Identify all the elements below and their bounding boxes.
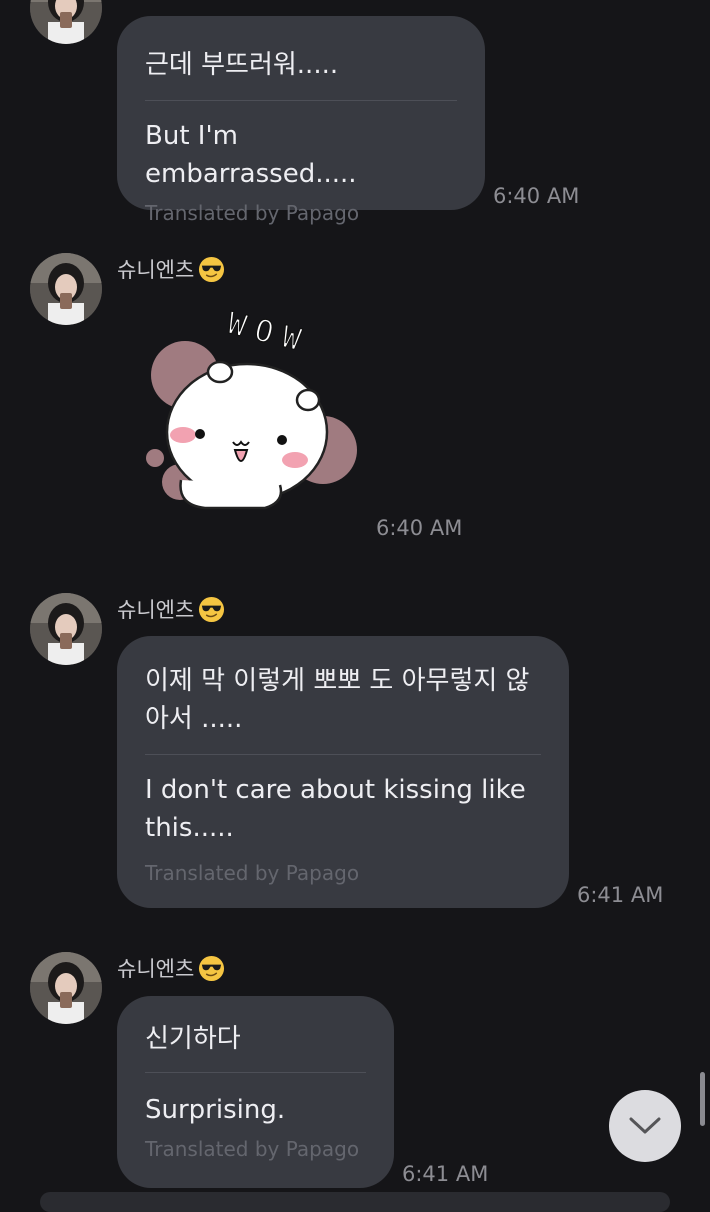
sender-name: 슈니엔츠 [117, 955, 225, 982]
sunglasses-emoji-icon [199, 596, 225, 623]
translation-credit: Translated by Papago [145, 1137, 360, 1161]
scroll-to-bottom-button[interactable] [609, 1090, 681, 1162]
sticker-image[interactable]: WOW [145, 305, 365, 520]
sticker-wow-text: WOW [224, 310, 314, 360]
avatar[interactable] [30, 952, 102, 1024]
sender-name: 슈니엔츠 [117, 256, 225, 283]
translation-credit: Translated by Papago [145, 201, 360, 225]
message-bubble[interactable]: 신기하다 Surprising. Translated by Papago [117, 996, 394, 1188]
message-time: 6:40 AM [493, 184, 580, 208]
avatar-photo [30, 593, 102, 665]
sunglasses-emoji-icon [199, 256, 225, 283]
sender-name-text: 슈니엔츠 [117, 257, 195, 282]
message-bubble[interactable]: 근데 부뜨러워..... But I'm embarrassed..... Tr… [117, 16, 485, 225]
avatar-photo [30, 0, 102, 44]
message-original-text: 신기하다 [145, 1024, 241, 1054]
message-original-text: 이제 막 이렇게 뽀뽀 도 아무렇지 않 아서 ..... [145, 666, 530, 734]
message-translation-text: Surprising. [145, 1095, 286, 1125]
message-bubble[interactable]: 이제 막 이렇게 뽀뽀 도 아무렇지 않 아서 ..... I don't ca… [117, 636, 569, 908]
message-translation-text: I don't care about kissing like this....… [145, 775, 526, 843]
sender-name-text: 슈니엔츠 [117, 597, 195, 622]
message-time: 6:41 AM [402, 1162, 489, 1186]
sender-name: 슈니엔츠 [117, 596, 225, 623]
next-message-edge [40, 1192, 670, 1212]
message-time: 6:40 AM [376, 516, 463, 540]
avatar-photo [30, 253, 102, 325]
avatar[interactable] [30, 593, 102, 665]
avatar-photo [30, 952, 102, 1024]
sunglasses-emoji-icon [199, 955, 225, 982]
chevron-down-icon [629, 1117, 661, 1134]
message-translation-text: But I'm embarrassed..... [145, 121, 357, 189]
message-time: 6:41 AM [577, 883, 664, 907]
translation-credit: Translated by Papago [145, 861, 360, 885]
sender-name-text: 슈니엔츠 [117, 956, 195, 981]
scrollbar-thumb[interactable] [700, 1072, 705, 1126]
avatar[interactable] [30, 0, 102, 44]
avatar[interactable] [30, 253, 102, 325]
message-original-text: 근데 부뜨러워..... [145, 50, 339, 80]
